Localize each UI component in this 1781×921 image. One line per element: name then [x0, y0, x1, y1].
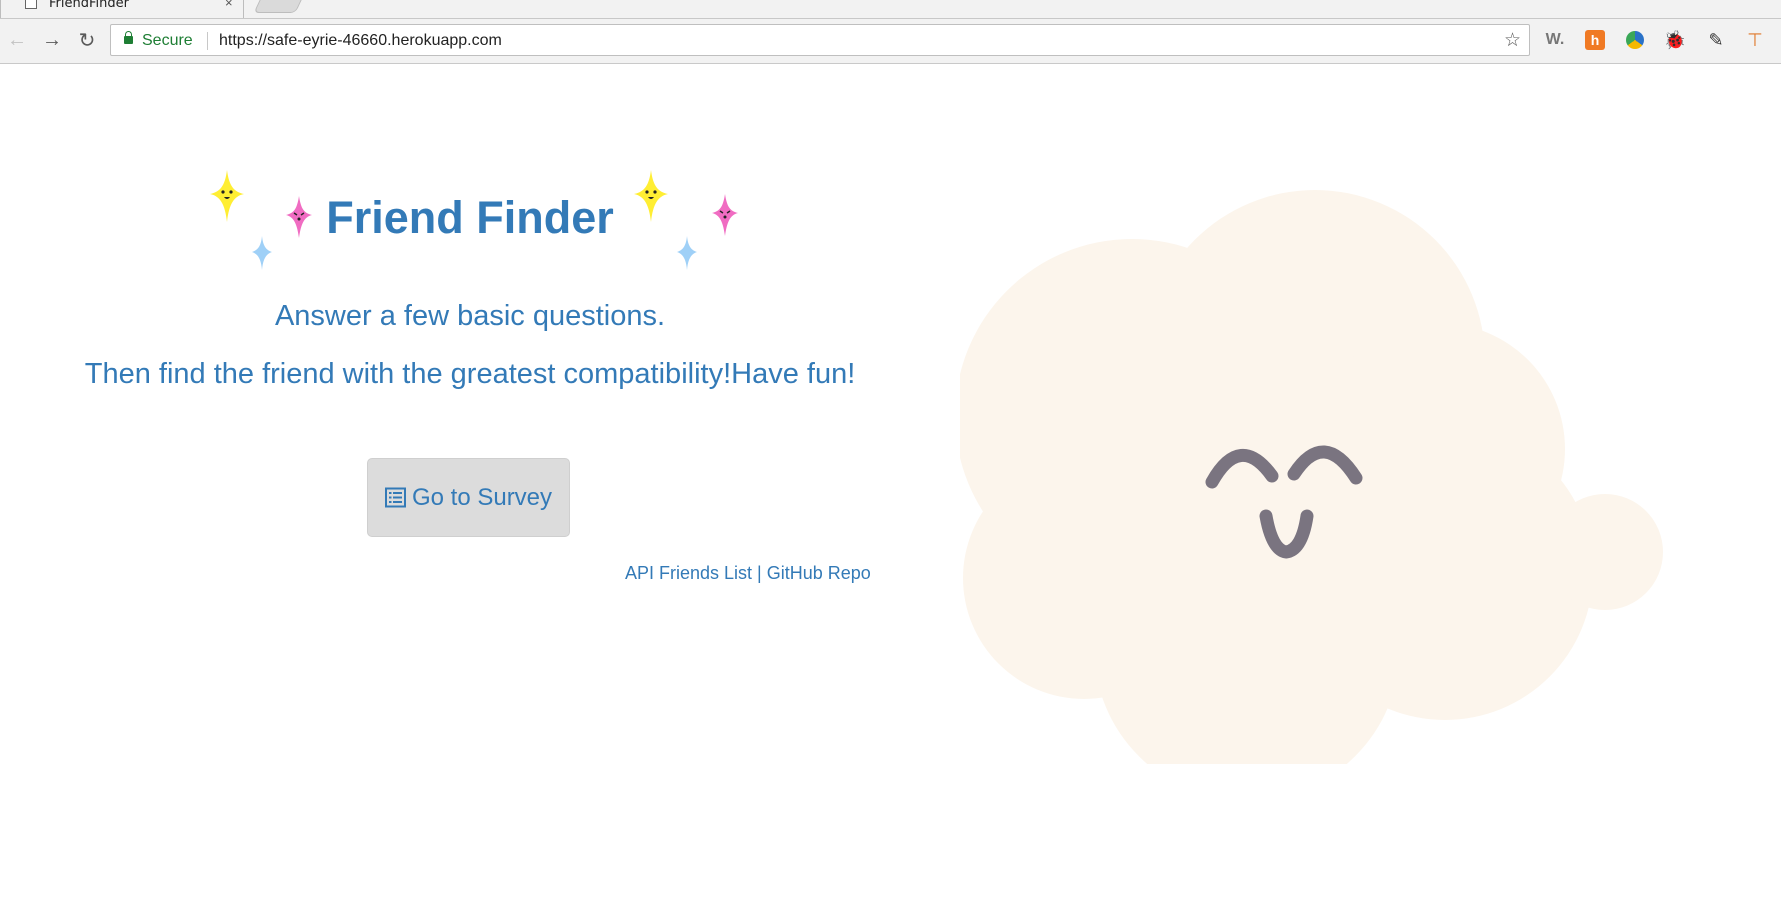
bookmark-star-icon[interactable]: ☆ — [1504, 29, 1521, 52]
tab-strip: FriendFinder × — [0, 0, 1781, 19]
back-arrow-icon[interactable]: ← — [4, 27, 30, 53]
w-extension-icon[interactable]: W. — [1542, 27, 1568, 53]
list-icon — [384, 487, 406, 508]
smiling-cloud-illustration — [960, 190, 1663, 764]
page-content: Friend Finder Answer a few basic questio… — [0, 64, 1781, 921]
api-friends-list-link[interactable]: API Friends List — [625, 563, 752, 583]
browser-toolbar: ← → ↻ Secure https://safe-eyrie-46660.he… — [0, 19, 1781, 64]
page-icon — [25, 0, 37, 9]
divider — [207, 32, 208, 50]
page-title: Friend Finder — [326, 192, 614, 243]
go-to-survey-button[interactable]: Go to Survey — [367, 458, 570, 537]
h-extension-icon[interactable]: h — [1582, 27, 1608, 53]
chart-extension-icon[interactable] — [1622, 27, 1648, 53]
secure-label: Secure — [142, 32, 193, 49]
h-extension-label: h — [1585, 30, 1605, 50]
link-separator: | — [752, 563, 767, 583]
intro-line-1: Answer a few basic questions. — [274, 300, 666, 332]
lock-icon — [124, 31, 133, 44]
url-text[interactable]: https://safe-eyrie-46660.herokuapp.com — [219, 32, 502, 50]
reload-icon[interactable]: ↻ — [74, 27, 100, 53]
footer-links: API Friends List | GitHub Repo — [625, 563, 871, 584]
survey-button-label: Go to Survey — [411, 483, 553, 511]
forward-arrow-icon[interactable]: → — [39, 27, 65, 53]
intro-line-2: Then find the friend with the greatest c… — [84, 358, 856, 390]
new-tab-button[interactable] — [253, 0, 305, 13]
tab-title: FriendFinder — [49, 0, 129, 11]
eyedropper-extension-icon[interactable]: ✎ — [1703, 27, 1729, 53]
address-bar[interactable]: Secure https://safe-eyrie-46660.herokuap… — [110, 24, 1530, 56]
chart-icon — [1626, 31, 1644, 49]
close-icon[interactable]: × — [225, 0, 233, 10]
pipe-extension-icon[interactable]: ⊤ — [1742, 27, 1768, 53]
bug-extension-icon[interactable]: 🐞 — [1662, 27, 1688, 53]
github-repo-link[interactable]: GitHub Repo — [767, 563, 871, 583]
browser-tab[interactable]: FriendFinder × — [0, 0, 244, 18]
